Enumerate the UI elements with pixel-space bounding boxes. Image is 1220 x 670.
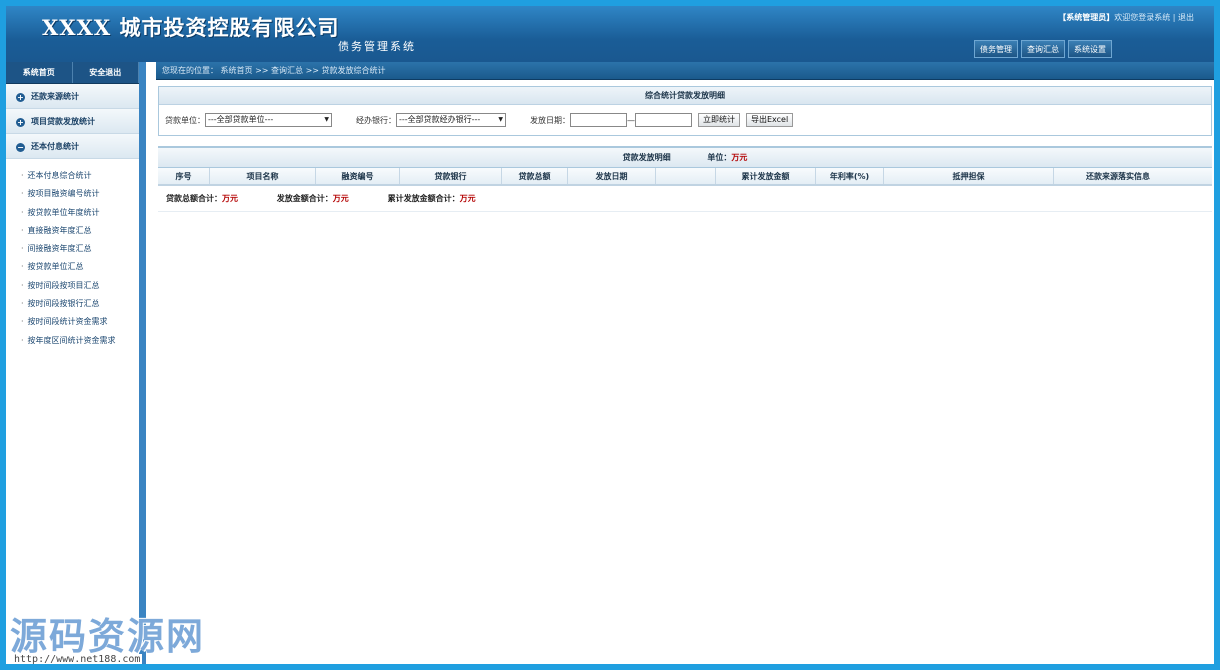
unit-value: 万元	[731, 153, 748, 162]
table-header: 序号 项目名称 融资编号 贷款银行 贷款总额 发放日期 累计发放金额 年利率(%…	[158, 168, 1212, 186]
start-date-input[interactable]	[570, 113, 627, 127]
nav-debt-management[interactable]: 债务管理	[974, 40, 1018, 58]
sidebar-item[interactable]: 按贷款单位年度统计	[6, 204, 139, 222]
bank-select[interactable]: ---全部贷款经办银行---	[396, 113, 506, 127]
plus-circle-icon: +	[16, 93, 25, 102]
separator: |	[1172, 13, 1176, 22]
sidebar-top-buttons: 系统首页 安全退出	[6, 62, 139, 84]
sidebar-item[interactable]: 按时间段统计资金需求	[6, 313, 139, 331]
column-header: 序号	[158, 168, 210, 184]
user-role: 【系统管理员】	[1058, 13, 1115, 22]
company-logo-title: XXXX 城市投资控股有限公司	[42, 15, 340, 40]
filter-panel: 综合统计贷款发放明细 贷款单位： ---全部贷款单位--- 经办银行： ---全…	[158, 86, 1212, 136]
sidebar-section-loan-issuance[interactable]: + 项目贷款发放统计	[6, 109, 139, 134]
column-header: 还款来源落实信息	[1086, 172, 1150, 181]
home-button[interactable]: 系统首页	[6, 62, 73, 83]
column-header: 贷款银行	[400, 168, 502, 184]
loan-unit-label: 贷款单位：	[165, 115, 205, 125]
sidebar-sublist: 还本付息综合统计 按项目融资编号统计 按贷款单位年度统计 直接融资年度汇总 间接…	[6, 159, 139, 350]
nav-query-summary[interactable]: 查询汇总	[1021, 40, 1065, 58]
cumulative-total-value: 万元	[459, 194, 476, 203]
app-header: XXXX 城市投资控股有限公司 债务管理系统 【系统管理员】欢迎您登录系统 | …	[6, 6, 1214, 62]
breadcrumb: 您现在的位置： 系统首页 >> 查询汇总 >> 贷款发放综合统计	[156, 62, 1214, 80]
sidebar: 系统首页 安全退出 + 还款来源统计 + 项目贷款发放统计 −还本付息统计 还本付息…	[6, 62, 146, 664]
nav-system-settings[interactable]: 系统设置	[1068, 40, 1112, 58]
column-header: 融资编号	[316, 168, 400, 184]
sidebar-item[interactable]: 还本付息综合统计	[6, 167, 139, 185]
column-header	[656, 168, 716, 184]
column-header: 发放日期	[568, 168, 656, 184]
top-nav: 债务管理 查询汇总 系统设置	[974, 40, 1112, 58]
column-header: 年利率(%)	[816, 168, 884, 184]
column-header: 项目名称	[210, 168, 316, 184]
column-header: 累计发放金额	[716, 168, 816, 184]
sidebar-section-label: 项目贷款发放统计	[31, 117, 95, 126]
safe-exit-button[interactable]: 安全退出	[73, 62, 139, 83]
unit-label: 单位：	[707, 153, 732, 162]
detail-panel: 贷款发放明细 单位：万元 序号 项目名称 融资编号 贷款银行 贷款总额 发放日期…	[158, 146, 1212, 212]
app-frame: XXXX 城市投资控股有限公司 债务管理系统 【系统管理员】欢迎您登录系统 | …	[0, 0, 1220, 670]
watermark-text: 源码资源网	[10, 615, 205, 658]
date-separator: —	[627, 115, 635, 125]
breadcrumb-prefix: 您现在的位置：	[162, 66, 218, 75]
main-content: 您现在的位置： 系统首页 >> 查询汇总 >> 贷款发放综合统计 综合统计贷款发…	[156, 62, 1214, 664]
sidebar-item[interactable]: 间接融资年度汇总	[6, 240, 139, 258]
sidebar-item[interactable]: 直接融资年度汇总	[6, 222, 139, 240]
filter-row: 贷款单位： ---全部贷款单位--- 经办银行： ---全部贷款经办银行--- …	[159, 105, 1211, 135]
issued-total-value: 万元	[332, 194, 349, 203]
loan-total-value: 万元	[222, 194, 238, 203]
stat-now-button[interactable]: 立即统计	[698, 113, 740, 127]
sidebar-section-label: 还本付息统计	[31, 142, 79, 151]
welcome-text: 欢迎您登录系统	[1114, 13, 1171, 22]
export-excel-button[interactable]: 导出Excel	[746, 113, 794, 127]
system-subtitle: 债务管理系统	[338, 40, 416, 53]
sidebar-item[interactable]: 按年度区间统计资金需求	[6, 332, 139, 350]
plus-circle-icon: +	[16, 118, 25, 127]
sidebar-item[interactable]: 按贷款单位汇总	[6, 258, 139, 276]
watermark-url: http://www.net188.com	[12, 654, 143, 665]
sidebar-section-repayment-source[interactable]: + 还款来源统计	[6, 84, 139, 109]
issued-total-label: 发放金额合计：	[276, 194, 333, 203]
user-info-bar: 【系统管理员】欢迎您登录系统 | 退出	[1058, 12, 1194, 23]
detail-title: 贷款发放明细	[622, 153, 671, 162]
loan-total-label: 贷款总额合计：	[166, 194, 222, 203]
bank-label: 经办银行：	[356, 115, 396, 125]
minus-circle-icon: −	[16, 143, 25, 152]
sidebar-section-label: 还款来源统计	[31, 92, 79, 101]
sidebar-item[interactable]: 按时间段按项目汇总	[6, 277, 139, 295]
sidebar-section-principal-interest[interactable]: − 还本付息统计	[6, 134, 139, 159]
end-date-input[interactable]	[635, 113, 692, 127]
detail-panel-header: 贷款发放明细 单位：万元	[158, 148, 1212, 168]
sidebar-item[interactable]: 按时间段按银行汇总	[6, 295, 139, 313]
filter-panel-title: 综合统计贷款发放明细	[159, 87, 1211, 105]
breadcrumb-path: 系统首页 >> 查询汇总 >> 贷款发放综合统计	[220, 66, 386, 75]
column-header: 贷款总额	[502, 168, 568, 184]
logout-link[interactable]: 退出	[1178, 13, 1194, 22]
cumulative-total-label: 累计发放金额合计：	[387, 194, 460, 203]
loan-unit-select[interactable]: ---全部贷款单位---	[205, 113, 332, 127]
column-header: 抵押担保	[884, 168, 1054, 184]
date-label: 发放日期：	[530, 115, 570, 125]
totals-row: 贷款总额合计：万元 发放金额合计：万元 累计发放金额合计：万元	[158, 186, 1212, 212]
sidebar-item[interactable]: 按项目融资编号统计	[6, 185, 139, 203]
